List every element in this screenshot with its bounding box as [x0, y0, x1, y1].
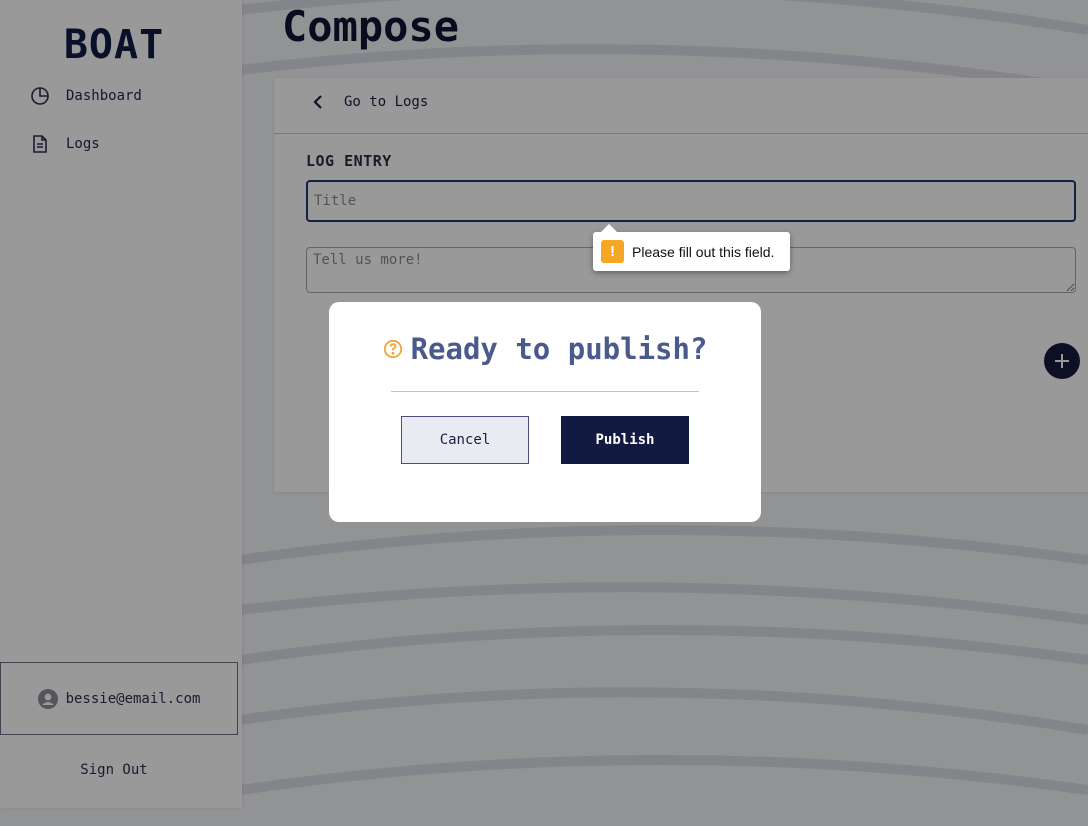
dialog-title: Ready to publish? — [410, 332, 708, 366]
dialog-title-row: Ready to publish? — [329, 332, 761, 366]
cancel-button[interactable]: Cancel — [401, 416, 529, 464]
warning-icon: ! — [601, 240, 624, 263]
question-circle-icon — [383, 339, 402, 359]
dialog-divider — [391, 391, 699, 392]
validation-message: Please fill out this field. — [632, 243, 775, 260]
publish-button[interactable]: Publish — [561, 416, 689, 464]
publish-dialog: Ready to publish? Cancel Publish — [329, 302, 761, 522]
validation-tooltip: ! Please fill out this field. — [593, 224, 790, 271]
